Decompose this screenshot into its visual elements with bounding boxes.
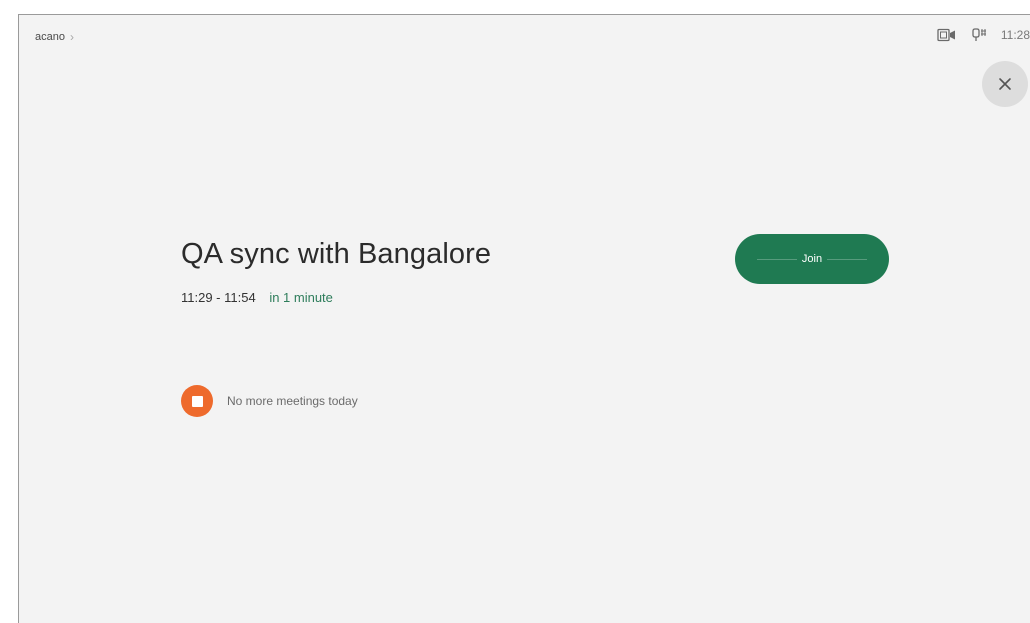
microphone-status-icon[interactable] <box>971 28 987 42</box>
close-button[interactable] <box>982 61 1028 107</box>
stop-icon <box>181 385 213 417</box>
close-icon <box>999 78 1011 90</box>
clock: 11:28 <box>1000 28 1030 42</box>
meeting-title: QA sync with Bangalore <box>181 238 492 270</box>
camera-status-icon[interactable] <box>937 28 957 42</box>
meeting-time: 11:29 - 11:54 in 1 minute <box>181 290 333 305</box>
brand-label: acano <box>35 31 65 43</box>
brand-menu[interactable]: acano › <box>35 30 74 44</box>
meeting-time-range: 11:29 - 11:54 <box>181 290 256 305</box>
meeting-screen: acano › 11:28 QA sync with Bangalore 11:… <box>18 14 1030 623</box>
status-bar: 11:28 <box>937 28 1030 42</box>
join-button-decoration-right <box>827 259 867 260</box>
no-meetings-notice: No more meetings today <box>181 385 358 417</box>
join-button-label: Join <box>801 253 823 265</box>
join-button-decoration-left <box>757 259 797 260</box>
join-button[interactable]: Join <box>735 234 889 284</box>
notice-text: No more meetings today <box>227 394 358 408</box>
meeting-relative-time: in 1 minute <box>269 290 333 305</box>
chevron-right-icon: › <box>69 30 74 44</box>
